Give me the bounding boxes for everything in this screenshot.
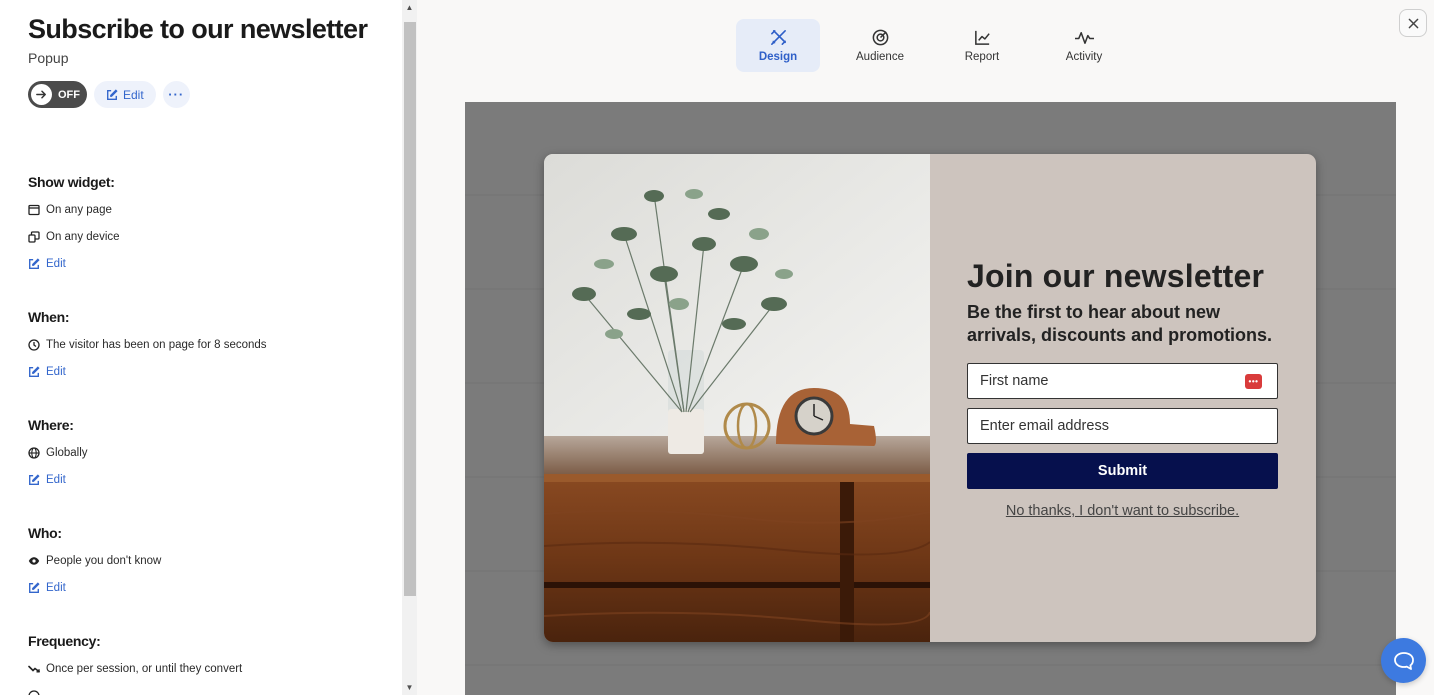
sidebar: Subscribe to our newsletter Popup OFF Ed…: [0, 0, 402, 695]
target-icon: [872, 29, 888, 46]
edit-icon: [107, 88, 118, 100]
site-preview: Join our newsletter Be the first to hear…: [465, 102, 1396, 695]
status-toggle[interactable]: OFF: [28, 81, 87, 108]
globe-icon: [28, 446, 40, 459]
chat-support-button[interactable]: [1381, 638, 1426, 683]
rule-row: On any page: [28, 202, 388, 217]
chart-icon: [974, 30, 990, 45]
edit-where-link[interactable]: Edit: [28, 472, 388, 487]
eye-icon: [28, 556, 40, 565]
section-heading: Frequency:: [28, 633, 101, 649]
password-manager-icon[interactable]: •••: [1245, 374, 1262, 389]
section-heading: Who:: [28, 525, 62, 541]
decline-link[interactable]: No thanks, I don't want to subscribe.: [967, 503, 1278, 519]
trend-icon: [28, 665, 40, 672]
page-icon: [28, 204, 40, 215]
edit-icon: [29, 473, 40, 485]
scroll-down-arrow[interactable]: ▼: [402, 680, 417, 695]
section-when: When: The visitor has been on page for 8…: [28, 309, 388, 379]
rule-text: On any device: [46, 230, 120, 243]
tab-audience[interactable]: Audience: [838, 19, 922, 72]
tab-label: Design: [758, 51, 798, 63]
popup-title: Join our newsletter: [967, 258, 1265, 294]
popup-image: [544, 154, 930, 642]
edit-widget-button[interactable]: Edit: [94, 81, 156, 108]
rule-text: Once per session, or until they convert: [46, 662, 243, 675]
chat-icon: [1393, 651, 1414, 670]
sidebar-header: Subscribe to our newsletter Popup OFF Ed…: [28, 14, 388, 108]
edit-widget-label: Edit: [123, 87, 144, 102]
edit-who-link[interactable]: Edit: [28, 580, 388, 595]
toggle-label: OFF: [58, 88, 80, 101]
preview-area: Design Audience Report Activity Join our…: [417, 0, 1434, 695]
rule-text: On any page: [46, 203, 112, 216]
edit-link-label: Edit: [46, 473, 66, 486]
section-frequency: Frequency: Once per session, or until th…: [28, 633, 388, 695]
design-icon: [770, 30, 786, 45]
edit-icon: [29, 581, 40, 593]
scroll-thumb[interactable]: [404, 22, 416, 596]
clock-icon: [28, 338, 40, 351]
widget-type: Popup: [28, 50, 69, 66]
section-heading: Where:: [28, 417, 74, 433]
first-name-field[interactable]: •••: [967, 363, 1278, 399]
arrow-right-icon: [31, 84, 52, 105]
submit-button[interactable]: Submit: [967, 453, 1278, 489]
section-where: Where: Globally Edit: [28, 417, 388, 487]
edit-icon: [29, 257, 40, 269]
edit-icon: [29, 365, 40, 377]
popup-form: Join our newsletter Be the first to hear…: [967, 258, 1279, 519]
tab-label: Activity: [1065, 51, 1103, 63]
newsletter-popup: Join our newsletter Be the first to hear…: [544, 154, 1316, 642]
tab-design[interactable]: Design: [736, 19, 820, 72]
rule-row: On any device: [28, 229, 388, 244]
rule-text: The visitor has been on page for 8 secon…: [46, 338, 267, 351]
rule-text: Globally: [46, 446, 88, 459]
tab-bar: Design Audience Report Activity: [736, 19, 1144, 72]
devices-icon: [28, 230, 40, 243]
section-heading: When:: [28, 309, 70, 325]
email-field[interactable]: [967, 408, 1278, 444]
edit-show-widget-link[interactable]: Edit: [28, 256, 388, 271]
tab-report[interactable]: Report: [940, 19, 1024, 72]
vase-photo: [544, 154, 930, 642]
rule-text: People you don't know: [46, 554, 162, 567]
edit-link-label: Edit: [46, 581, 66, 594]
email-input[interactable]: [968, 409, 1277, 443]
app: Subscribe to our newsletter Popup OFF Ed…: [0, 0, 1434, 695]
close-icon: [1408, 18, 1418, 28]
section-heading: Show widget:: [28, 174, 115, 190]
rule-row: Globally: [28, 445, 388, 460]
tab-label: Audience: [856, 51, 904, 63]
widget-controls: OFF Edit ···: [28, 81, 388, 108]
sidebar-scrollbar[interactable]: ▲ ▼: [402, 0, 417, 695]
section-who: Who: People you don't know Edit: [28, 525, 388, 595]
scroll-up-arrow[interactable]: ▲: [402, 0, 417, 15]
section-show-widget: Show widget: On any page On any device E…: [28, 174, 388, 271]
more-options-button[interactable]: ···: [162, 81, 190, 108]
rule-row: People you don't know: [28, 553, 388, 568]
first-name-input[interactable]: [968, 364, 1277, 398]
edit-link-label: Edit: [46, 365, 66, 378]
rule-row: The visitor has been on page for 8 secon…: [28, 337, 388, 352]
rule-row-partial: [28, 688, 388, 695]
popup-subtitle: Be the first to hear about new arrivals,…: [967, 302, 1273, 345]
tab-label: Report: [964, 51, 1000, 63]
edit-when-link[interactable]: Edit: [28, 364, 388, 379]
tab-activity[interactable]: Activity: [1042, 19, 1126, 72]
rule-row: Once per session, or until they convert: [28, 661, 388, 676]
clock-icon: [28, 689, 40, 695]
close-button[interactable]: [1399, 9, 1427, 37]
edit-link-label: Edit: [46, 257, 66, 270]
page-title: Subscribe to our newsletter: [28, 14, 368, 44]
activity-icon: [1074, 31, 1094, 44]
